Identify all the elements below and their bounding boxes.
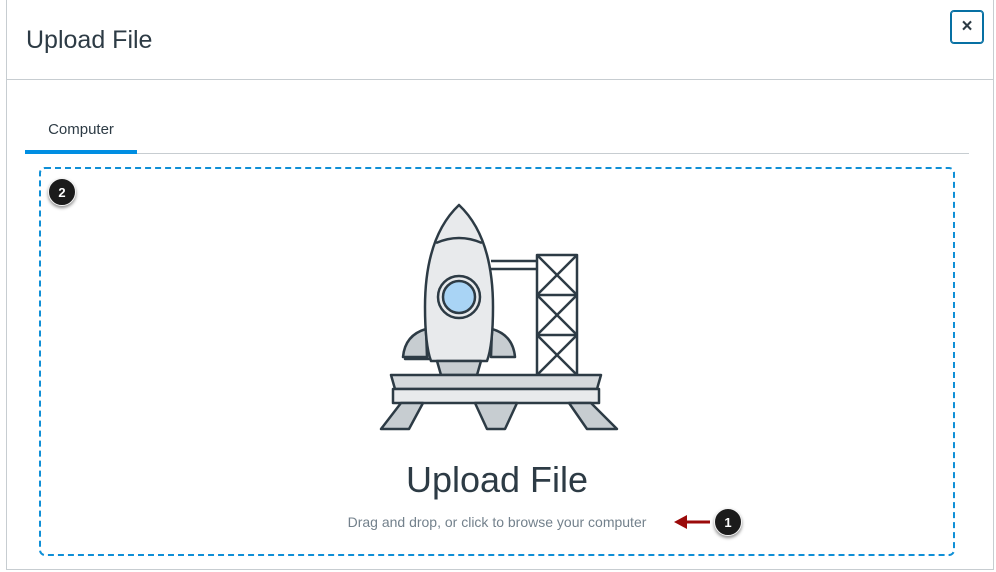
rocket-launch-icon <box>379 203 619 431</box>
tab-list: Computer <box>25 108 969 154</box>
callout-arrow-icon <box>674 515 710 529</box>
upload-file-dialog: Upload File × Computer 2 Upload File Dra… <box>6 0 994 570</box>
close-icon: × <box>961 16 973 37</box>
dropzone-subtitle: Drag and drop, or click to browse your c… <box>347 514 647 530</box>
close-button[interactable]: × <box>950 10 984 44</box>
tab-computer[interactable]: Computer <box>25 108 137 154</box>
dropzone-title: Upload File <box>405 459 589 500</box>
dialog-title: Upload File <box>26 26 153 54</box>
file-dropzone[interactable]: 2 Upload File Drag and drop, or click to… <box>39 167 955 556</box>
dialog-header: Upload File × <box>7 0 993 80</box>
callout-badge-2: 2 <box>48 178 76 206</box>
callout-badge-1: 1 <box>714 508 742 536</box>
